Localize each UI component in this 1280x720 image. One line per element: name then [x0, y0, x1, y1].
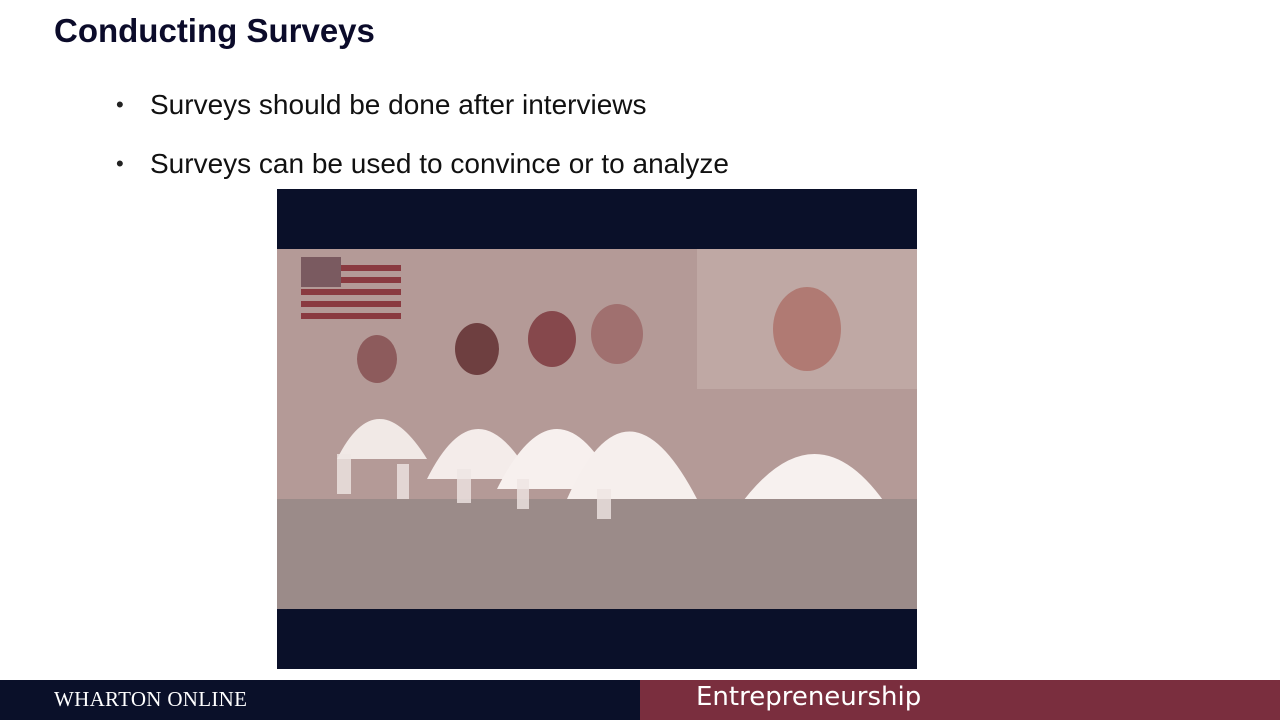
footer-brand-text: WHARTON ONLINE	[54, 687, 248, 711]
bullet-list: • Surveys should be done after interview…	[116, 84, 729, 202]
bullet-item: • Surveys can be used to convince or to …	[116, 143, 729, 185]
bullet-item: • Surveys should be done after interview…	[116, 84, 729, 126]
video-still-image	[277, 249, 917, 609]
slide-title: Conducting Surveys	[54, 12, 375, 49]
footer-course-bar: Entrepreneurship	[640, 680, 1280, 720]
bullet-icon: •	[116, 151, 124, 176]
bullet-text: Surveys should be done after interviews	[150, 89, 647, 120]
panel-scene-illustration	[277, 249, 917, 609]
bullet-icon: •	[116, 92, 124, 117]
footer-brand-bar: WHARTON ONLINE	[0, 680, 640, 720]
footer-course-text: Entrepreneurship	[696, 682, 922, 712]
bullet-text: Surveys can be used to convince or to an…	[150, 148, 730, 179]
video-player[interactable]	[277, 189, 917, 669]
